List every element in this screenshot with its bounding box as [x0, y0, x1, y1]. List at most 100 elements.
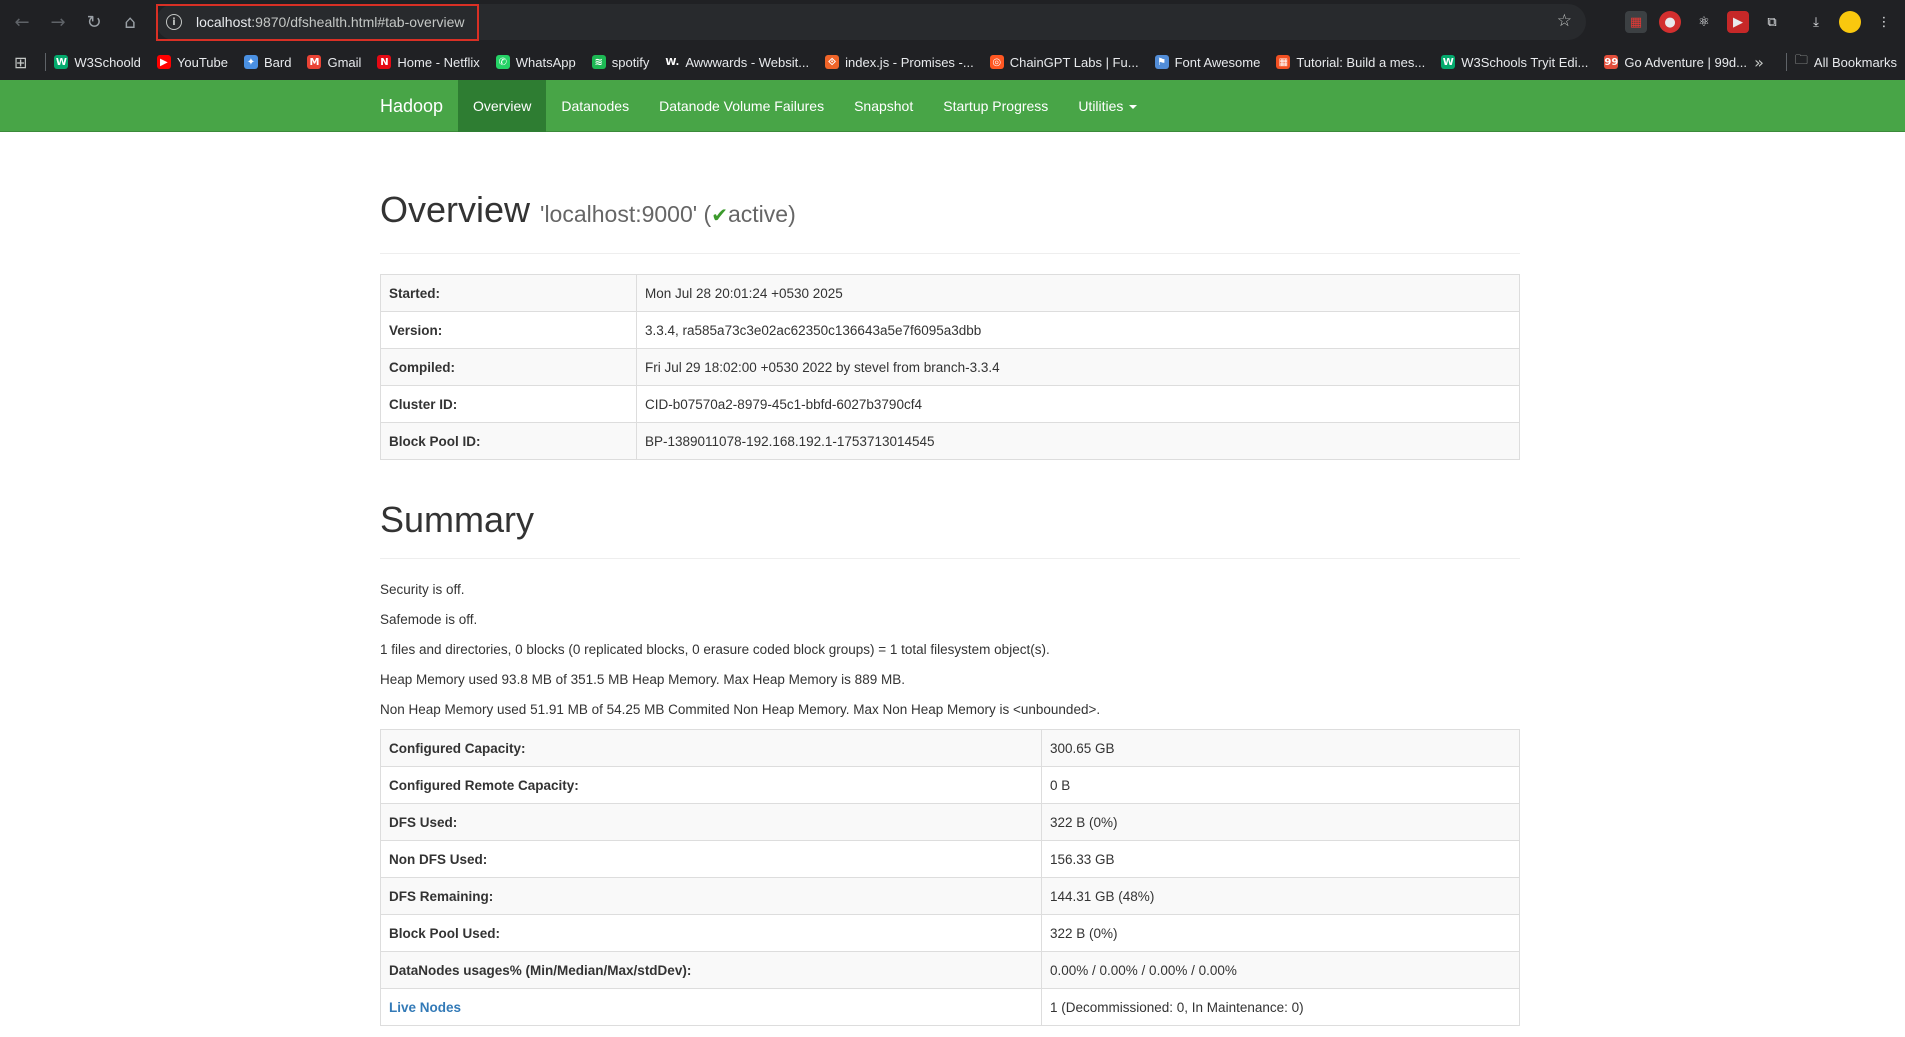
summary-line: Heap Memory used 93.8 MB of 351.5 MB Hea…: [380, 672, 905, 687]
row-value: 322 B (0%): [1041, 914, 1520, 952]
extension-play-icon[interactable]: ▶: [1727, 11, 1749, 33]
row-key-label: DataNodes usages% (Min/Median/Max/stdDev…: [389, 962, 692, 978]
browser-menu-icon[interactable]: ⋮: [1873, 11, 1895, 33]
overview-header: Overview 'localhost:9000' (✔active): [380, 190, 1520, 254]
reload-icon[interactable]: ↻: [76, 4, 112, 40]
nav-label: Startup Progress: [943, 98, 1049, 114]
summary-line: Safemode is off.: [380, 612, 478, 627]
bookmark-item[interactable]: W W3Schools Tryit Edi...: [1441, 55, 1588, 70]
nav-utilities[interactable]: Utilities: [1063, 80, 1152, 132]
bookmark-star-icon[interactable]: ☆: [1557, 11, 1572, 31]
bookmark-item[interactable]: ◎ ChainGPT Labs | Fu...: [989, 54, 1139, 70]
row-key: Configured Remote Capacity:: [380, 766, 1042, 804]
extensions-puzzle-icon[interactable]: ⧉: [1761, 11, 1783, 33]
forward-icon[interactable]: →: [40, 4, 76, 40]
bookmark-label: W3Schools Tryit Edi...: [1461, 54, 1589, 70]
nav-datanodes[interactable]: Datanodes: [546, 80, 644, 132]
all-bookmarks-folder[interactable]: 🗀 All Bookmarks: [1795, 51, 1897, 73]
w3schools-icon: W: [1441, 55, 1456, 69]
extension-red-icon[interactable]: ●: [1659, 11, 1681, 33]
bookmark-label: spotify: [611, 54, 650, 70]
row-value: 0 B: [1041, 766, 1520, 804]
row-key: Version:: [380, 311, 637, 349]
table-row: DFS Used: 322 B (0%): [380, 803, 1520, 841]
browser-toolbar: ← → ↻ ⌂ i localhost:9870/dfshealth.html#…: [0, 0, 1905, 44]
row-key-label: Cluster ID:: [389, 396, 458, 412]
bookmark-item[interactable]: W. Awwwards - Websit...: [665, 55, 809, 70]
gmail-icon: M: [307, 55, 322, 69]
back-icon[interactable]: ←: [4, 4, 40, 40]
overview-table: Started: Mon Jul 28 20:01:24 +0530 2025 Ve…: [380, 274, 1520, 460]
url-highlight-box: [156, 4, 479, 41]
download-icon[interactable]: ⤓: [1805, 11, 1827, 33]
row-value: 3.3.4, ra585a73c3e02ac62350c136643a5e7f6…: [636, 311, 1520, 349]
table-row: Live Nodes 1 (Decommissioned: 0, In Maint…: [380, 988, 1520, 1026]
row-key: Cluster ID:: [380, 385, 637, 423]
row-value: CID-b07570a2-8979-45c1-bbfd-6027b3790cf4: [636, 385, 1520, 423]
nav-snapshot[interactable]: Snapshot: [839, 80, 928, 132]
bookmark-label: Go Adventure | 99d...: [1624, 54, 1747, 70]
folder-icon: 🗀: [1794, 53, 1808, 68]
check-icon: ✔: [711, 203, 728, 227]
summary-table: Configured Capacity: 300.65 GB Configured …: [380, 729, 1520, 1026]
row-key-label: Configured Capacity:: [389, 740, 526, 756]
nav-overview[interactable]: Overview: [458, 80, 547, 132]
table-row: Version: 3.3.4, ra585a73c3e02ac62350c1366…: [380, 311, 1520, 349]
profile-avatar[interactable]: [1839, 11, 1861, 33]
bookmark-item[interactable]: ✆ WhatsApp: [495, 55, 576, 70]
row-value: 300.65 GB: [1041, 729, 1520, 767]
bookmark-label: Gmail: [327, 54, 362, 70]
page-title: Overview 'localhost:9000' (✔active): [380, 189, 796, 230]
chaingpt-icon: ◎: [989, 55, 1004, 69]
live-nodes-link[interactable]: Live Nodes: [389, 1000, 461, 1015]
row-key: Non DFS Used:: [380, 840, 1042, 878]
row-key-label: DFS Remaining:: [389, 888, 494, 904]
more-bookmarks-icon[interactable]: »: [1754, 53, 1764, 72]
bookmark-item[interactable]: ✦ Bard: [243, 54, 292, 70]
row-key: Block Pool ID:: [380, 422, 637, 460]
bookmark-item[interactable]: ≋ spotify: [591, 54, 650, 70]
row-key: Compiled:: [380, 348, 637, 386]
summary-title: Summary: [380, 500, 1520, 559]
react-devtools-icon[interactable]: ⚛: [1693, 11, 1715, 33]
row-key-label: Version:: [389, 322, 443, 338]
bookmark-item[interactable]: ⚑ Font Awesome: [1154, 55, 1260, 70]
apps-grid-icon[interactable]: ⊞: [14, 53, 27, 72]
bookmark-item[interactable]: N Home - Netflix: [377, 55, 480, 70]
home-icon[interactable]: ⌂: [112, 4, 148, 40]
summary-text: Security is off. Safemode is off. 1 files …: [380, 575, 1520, 725]
brand-logo[interactable]: Hadoop: [380, 80, 443, 132]
whatsapp-icon: ✆: [495, 55, 510, 69]
table-row: Non DFS Used: 156.33 GB: [380, 840, 1520, 878]
w3schools-icon: W: [54, 55, 69, 69]
bookmark-item[interactable]: ⟐ index.js - Promises -...: [825, 55, 974, 70]
row-value: BP-1389011078-192.168.192.1-175371301454…: [636, 422, 1520, 460]
bookmark-item[interactable]: M Gmail: [307, 55, 361, 70]
nav-datanode-volume-failures[interactable]: Datanode Volume Failures: [644, 80, 839, 132]
bookmark-item[interactable]: W W3Schoold: [54, 54, 141, 70]
bookmark-label: W3Schoold: [74, 54, 141, 70]
nav-startup-progress[interactable]: Startup Progress: [928, 80, 1063, 132]
nav-label: Utilities: [1078, 98, 1124, 114]
caret-down-icon: [1129, 105, 1138, 110]
bookmark-separator: [45, 53, 47, 71]
table-row: Configured Remote Capacity: 0 B: [380, 766, 1520, 804]
row-key: DataNodes usages% (Min/Median/Max/stdDev…: [380, 951, 1042, 989]
extension-grid-icon[interactable]: ▦: [1625, 11, 1647, 33]
table-row: Configured Capacity: 300.65 GB: [380, 729, 1520, 767]
summary-line: Security is off.: [380, 582, 465, 597]
table-row: Cluster ID: CID-b07570a2-8979-45c1-bbfd-6…: [380, 385, 1520, 423]
bookmark-item[interactable]: ▦ Tutorial: Build a mes...: [1276, 55, 1425, 70]
awwwards-icon: W.: [665, 55, 680, 69]
bookmark-label: Awwwards - Websit...: [685, 54, 810, 70]
row-key: DFS Remaining:: [380, 877, 1042, 915]
row-key-label: Compiled:: [389, 359, 455, 375]
bookmark-label: ChainGPT Labs | Fu...: [1009, 54, 1139, 70]
nav-label: Overview: [473, 98, 532, 114]
bookmark-item[interactable]: ▶ YouTube: [156, 55, 228, 70]
bookmark-item[interactable]: 99 Go Adventure | 99d...: [1604, 55, 1747, 70]
row-key: Block Pool Used:: [380, 914, 1042, 952]
youtube-icon: ▶: [156, 55, 171, 69]
hadoop-navbar: Hadoop Overview Datanodes Datanode Volume …: [0, 80, 1905, 132]
bookmark-label: Bard: [263, 54, 292, 70]
